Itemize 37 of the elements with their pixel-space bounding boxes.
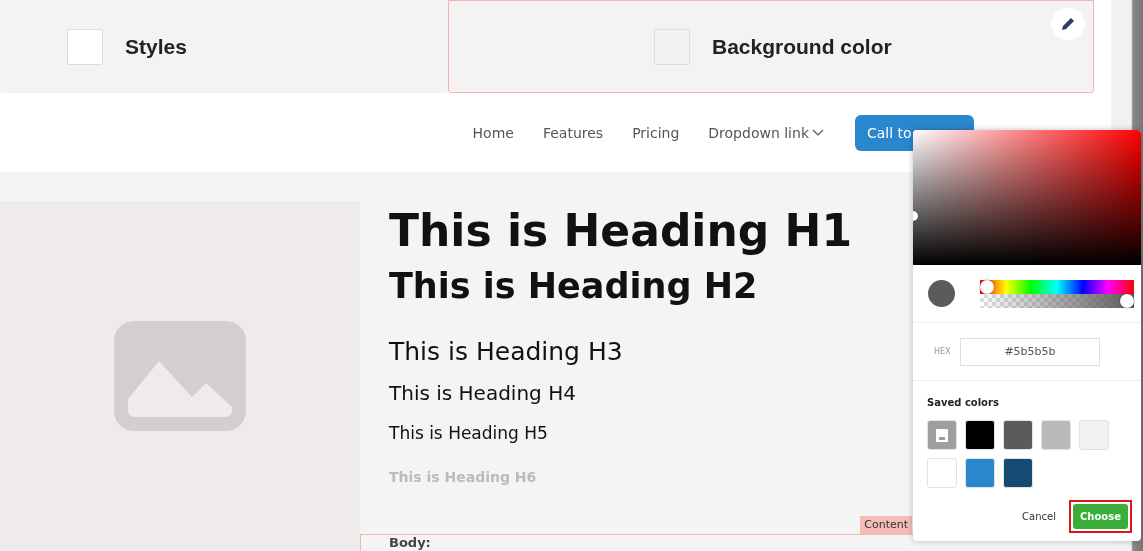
- slider-thumb[interactable]: [980, 279, 994, 294]
- body-label: Body:: [389, 535, 431, 550]
- saturation-area[interactable]: [913, 130, 1141, 265]
- image-placeholder-icon: [114, 321, 246, 431]
- heading: This is Heading H2: [389, 265, 758, 308]
- heading: This is Heading H5: [389, 423, 548, 445]
- heading: This is Heading H1: [389, 204, 853, 258]
- style-panel[interactable]: Styles: [0, 0, 448, 93]
- edit-button[interactable]: [1051, 8, 1085, 40]
- color-preview: [928, 280, 955, 307]
- hex-label: HEX: [934, 347, 952, 356]
- panel-label: Styles: [125, 34, 187, 59]
- saved-color-swatch[interactable]: [1003, 458, 1033, 488]
- heading: This is Heading H3: [389, 336, 623, 368]
- nav-link[interactable]: Home: [472, 124, 514, 141]
- saved-color-swatch[interactable]: [927, 458, 957, 488]
- nav-link[interactable]: Features: [542, 124, 604, 141]
- cancel-button[interactable]: Cancel: [1016, 510, 1062, 523]
- saved-color-swatch[interactable]: [1041, 420, 1071, 450]
- saved-color-swatch[interactable]: [1003, 420, 1033, 450]
- heading: This is Heading H6: [389, 468, 537, 487]
- color-swatch[interactable]: [67, 28, 103, 65]
- panel-label: Background color: [712, 34, 892, 59]
- save-color-button[interactable]: [927, 420, 957, 450]
- saved-colors-title: Saved colors: [927, 397, 1000, 408]
- nav-link[interactable]: Dropdown link: [708, 124, 824, 141]
- saved-color-swatch[interactable]: [965, 458, 995, 488]
- saved-color-swatch[interactable]: [965, 420, 995, 450]
- nav-link[interactable]: Pricing: [632, 124, 680, 141]
- section-tag: Content: [860, 516, 912, 534]
- hex-field[interactable]: #5b5b5b: [960, 337, 1100, 366]
- pencil-icon: [1060, 16, 1076, 32]
- chevron-down-icon: [812, 128, 824, 137]
- style-panel[interactable]: Background color: [448, 0, 1094, 93]
- hue-slider[interactable]: [980, 279, 1134, 294]
- heading: This is Heading H4: [389, 380, 576, 407]
- saved-color-swatch[interactable]: [1079, 420, 1109, 450]
